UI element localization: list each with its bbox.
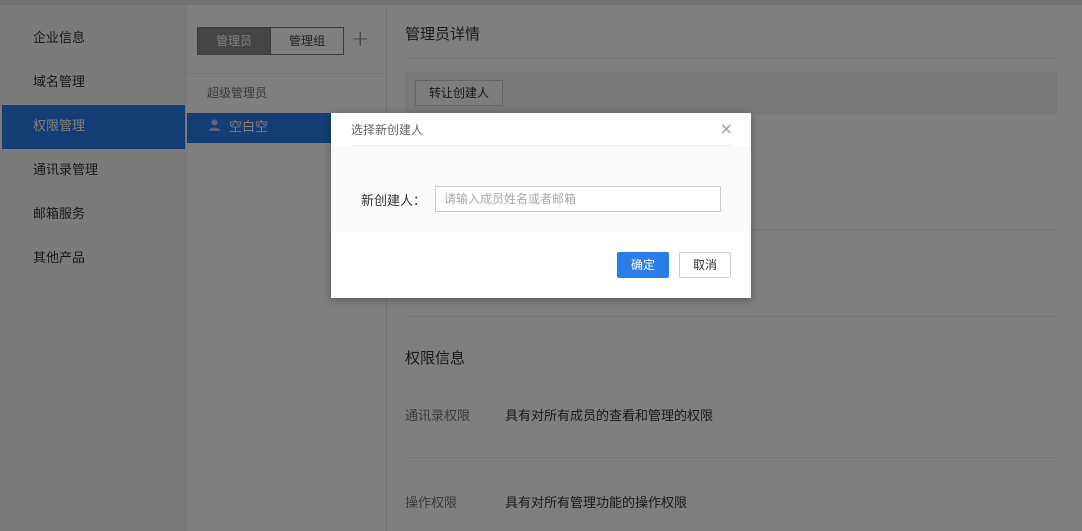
dialog-body: 新创建人： <box>331 146 751 232</box>
dialog-title: 选择新创建人 <box>351 123 424 137</box>
select-new-owner-dialog: 选择新创建人 × 新创建人： 确定 取消 <box>331 113 751 298</box>
new-owner-label: 新创建人： <box>361 194 427 209</box>
confirm-button[interactable]: 确定 <box>617 252 669 278</box>
new-owner-input[interactable] <box>435 186 721 212</box>
close-icon[interactable]: × <box>720 119 733 139</box>
cancel-button[interactable]: 取消 <box>679 252 731 278</box>
